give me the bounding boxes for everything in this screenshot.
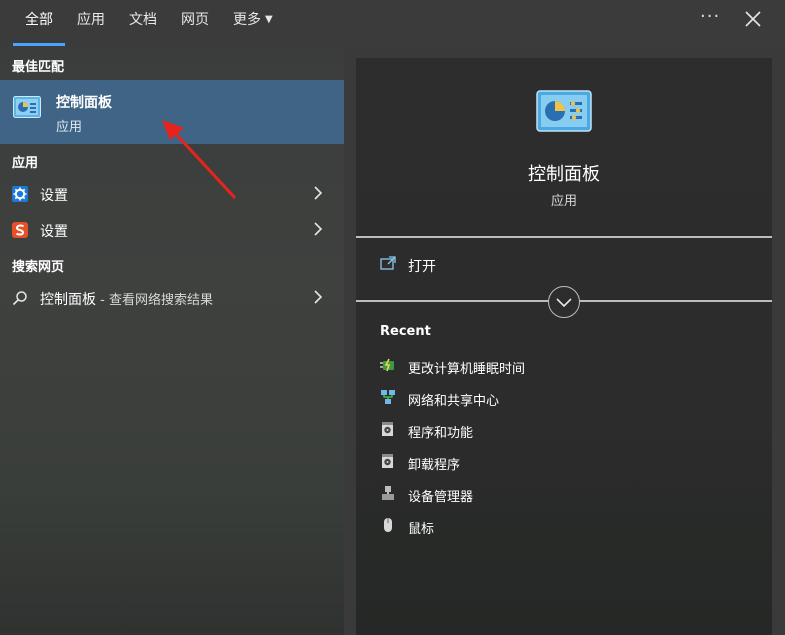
open-action[interactable]: 打开: [356, 248, 772, 282]
network-icon: [381, 390, 395, 404]
recent-item[interactable]: 设备管理器: [356, 479, 772, 509]
best-match-heading: 最佳匹配: [12, 60, 65, 75]
recent-item[interactable]: 鼠标: [356, 511, 772, 541]
control-panel-icon: [536, 90, 592, 132]
tab-all[interactable]: 全部: [13, 0, 65, 46]
preview-title: 控制面板: [528, 164, 600, 185]
web-search-heading: 搜索网页: [12, 260, 65, 275]
recent-item[interactable]: 卸载程序: [356, 447, 772, 477]
recent-item-label: 更改计算机睡眠时间: [408, 362, 526, 377]
sogou-s-icon: [12, 222, 28, 238]
recent-item[interactable]: 更改计算机睡眠时间: [356, 351, 772, 381]
recent-item-label: 卸载程序: [408, 458, 461, 473]
best-match-title: 控制面板: [56, 95, 112, 111]
control-panel-icon: [13, 96, 41, 118]
programs-icon: [382, 422, 393, 436]
app-result-label: 设置: [40, 188, 68, 204]
recent-item-label: 程序和功能: [408, 426, 474, 441]
tab-more[interactable]: 更多 ▼: [233, 0, 273, 46]
best-match-subtitle: 应用: [56, 120, 83, 135]
app-result-settings[interactable]: 设置: [0, 177, 344, 211]
chevron-right-icon[interactable]: [313, 221, 323, 237]
preview-subtitle: 应用: [550, 194, 577, 209]
web-search-label: 控制面板 - 查看网络搜索结果: [40, 289, 213, 309]
uninstall-icon: [382, 454, 393, 468]
chevron-down-icon: ▼: [265, 14, 273, 25]
web-search-query: 控制面板: [40, 292, 96, 308]
chevron-right-icon[interactable]: [313, 289, 323, 305]
app-result-settings-sogou[interactable]: 设置: [0, 213, 344, 247]
close-icon[interactable]: [744, 8, 762, 30]
divider: [356, 236, 772, 238]
web-search-suffix: - 查看网络搜索结果: [96, 293, 213, 308]
chevron-down-icon: [556, 298, 572, 308]
mouse-icon: [384, 518, 392, 532]
tab-web[interactable]: 网页: [181, 0, 209, 46]
tab-documents[interactable]: 文档: [129, 0, 157, 46]
open-external-icon: [380, 256, 396, 270]
gear-icon: [12, 186, 28, 202]
recent-heading: Recent: [380, 324, 431, 339]
expand-button[interactable]: [548, 286, 580, 318]
tab-apps[interactable]: 应用: [77, 0, 105, 46]
power-options-icon: [380, 358, 394, 372]
open-label: 打开: [408, 259, 436, 275]
recent-item-label: 设备管理器: [408, 490, 474, 505]
search-icon: [12, 291, 27, 306]
best-match-control-panel[interactable]: 控制面板 应用: [0, 80, 344, 144]
more-options-button[interactable]: ···: [700, 6, 720, 27]
recent-item-label: 网络和共享中心: [408, 394, 500, 409]
device-manager-icon: [382, 486, 394, 500]
tab-more-label: 更多: [233, 12, 261, 28]
results-list: 最佳匹配 控制面板 应用 应用 设置 设置 搜索网页 控制面板 - 查看网络搜索…: [0, 46, 344, 635]
recent-item-label: 鼠标: [408, 522, 435, 537]
recent-item[interactable]: 网络和共享中心: [356, 383, 772, 413]
chevron-right-icon[interactable]: [313, 185, 323, 201]
app-result-label: 设置: [40, 224, 68, 240]
web-search-result[interactable]: 控制面板 - 查看网络搜索结果: [0, 281, 344, 315]
recent-item[interactable]: 程序和功能: [356, 415, 772, 445]
search-filter-bar: 全部 应用 文档 网页 更多 ▼ ···: [0, 0, 785, 46]
apps-heading: 应用: [12, 156, 39, 171]
preview-pane: 控制面板 应用 打开 Recent 更改计算机睡眠时间 网络和共享中心 程序和功…: [356, 58, 772, 635]
